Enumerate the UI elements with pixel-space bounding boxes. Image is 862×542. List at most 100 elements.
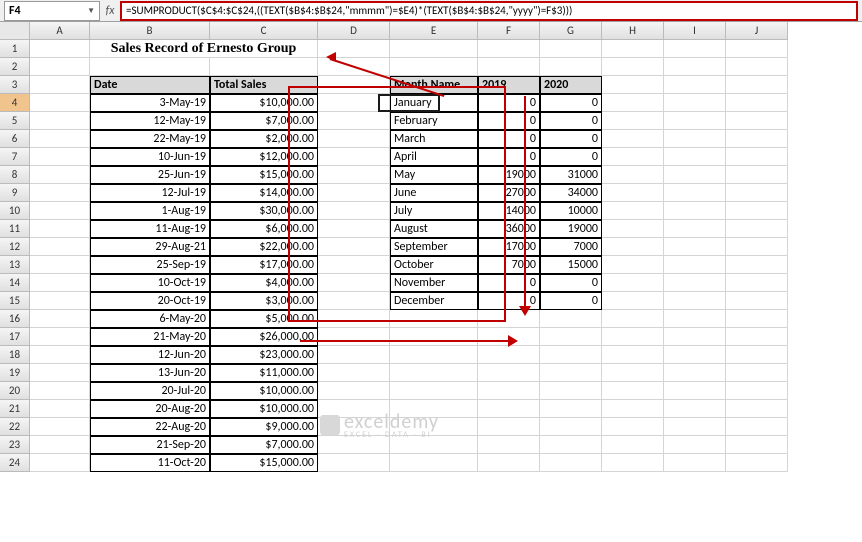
cell-E2[interactable] <box>390 58 478 76</box>
cell-C5[interactable]: $7,000.00 <box>210 112 318 130</box>
cell-J1[interactable] <box>726 40 788 58</box>
cell-B3[interactable]: Date <box>90 76 210 94</box>
select-all-corner[interactable] <box>0 22 30 40</box>
cell-J19[interactable] <box>726 364 788 382</box>
col-header-D[interactable]: D <box>318 22 390 40</box>
cell-B24[interactable]: 11-Oct-20 <box>90 454 210 472</box>
cell-H3[interactable] <box>602 76 664 94</box>
cell-J11[interactable] <box>726 220 788 238</box>
cell-F6[interactable]: 0 <box>478 130 540 148</box>
cell-A4[interactable] <box>30 94 90 112</box>
cell-G16[interactable] <box>540 310 602 328</box>
cell-A18[interactable] <box>30 346 90 364</box>
cell-B7[interactable]: 10-Jun-19 <box>90 148 210 166</box>
cell-B13[interactable]: 25-Sep-19 <box>90 256 210 274</box>
cell-B2[interactable] <box>90 58 210 76</box>
cell-J15[interactable] <box>726 292 788 310</box>
cell-A8[interactable] <box>30 166 90 184</box>
cell-H13[interactable] <box>602 256 664 274</box>
col-header-F[interactable]: F <box>478 22 540 40</box>
cell-D18[interactable] <box>318 346 390 364</box>
cell-C16[interactable]: $5,000.00 <box>210 310 318 328</box>
cell-D21[interactable] <box>318 400 390 418</box>
cell-I15[interactable] <box>664 292 726 310</box>
cell-E9[interactable]: June <box>390 184 478 202</box>
cell-D12[interactable] <box>318 238 390 256</box>
cell-I9[interactable] <box>664 184 726 202</box>
row-header-3[interactable]: 3 <box>0 76 30 94</box>
cell-H20[interactable] <box>602 382 664 400</box>
cell-F14[interactable]: 0 <box>478 274 540 292</box>
cell-H4[interactable] <box>602 94 664 112</box>
cell-I5[interactable] <box>664 112 726 130</box>
cell-F19[interactable] <box>478 364 540 382</box>
cell-G21[interactable] <box>540 400 602 418</box>
row-header-14[interactable]: 14 <box>0 274 30 292</box>
cell-G10[interactable]: 10000 <box>540 202 602 220</box>
cell-A14[interactable] <box>30 274 90 292</box>
cell-H23[interactable] <box>602 436 664 454</box>
cell-H9[interactable] <box>602 184 664 202</box>
cell-E7[interactable]: April <box>390 148 478 166</box>
cell-C12[interactable]: $22,000.00 <box>210 238 318 256</box>
cell-E23[interactable] <box>390 436 478 454</box>
cell-F9[interactable]: 27000 <box>478 184 540 202</box>
cell-C21[interactable]: $10,000.00 <box>210 400 318 418</box>
name-box[interactable]: F4 ▼ <box>4 1 100 21</box>
cell-D9[interactable] <box>318 184 390 202</box>
row-header-24[interactable]: 24 <box>0 454 30 472</box>
cell-I11[interactable] <box>664 220 726 238</box>
cell-H24[interactable] <box>602 454 664 472</box>
cell-C24[interactable]: $15,000.00 <box>210 454 318 472</box>
row-header-10[interactable]: 10 <box>0 202 30 220</box>
cell-G3[interactable]: 2020 <box>540 76 602 94</box>
cell-H2[interactable] <box>602 58 664 76</box>
cell-F12[interactable]: 17000 <box>478 238 540 256</box>
cell-C3[interactable]: Total Sales <box>210 76 318 94</box>
cell-A7[interactable] <box>30 148 90 166</box>
cell-C14[interactable]: $4,000.00 <box>210 274 318 292</box>
cell-J10[interactable] <box>726 202 788 220</box>
cell-E12[interactable]: September <box>390 238 478 256</box>
cell-D11[interactable] <box>318 220 390 238</box>
cell-F1[interactable] <box>478 40 540 58</box>
cell-J3[interactable] <box>726 76 788 94</box>
cell-A2[interactable] <box>30 58 90 76</box>
row-header-9[interactable]: 9 <box>0 184 30 202</box>
cell-D20[interactable] <box>318 382 390 400</box>
cell-B18[interactable]: 12-Jun-20 <box>90 346 210 364</box>
cell-G17[interactable] <box>540 328 602 346</box>
col-header-E[interactable]: E <box>390 22 478 40</box>
cell-G12[interactable]: 7000 <box>540 238 602 256</box>
cell-J8[interactable] <box>726 166 788 184</box>
cell-I17[interactable] <box>664 328 726 346</box>
cell-A9[interactable] <box>30 184 90 202</box>
col-header-G[interactable]: G <box>540 22 602 40</box>
formula-bar[interactable]: =SUMPRODUCT($C$4:$C$24,((TEXT($B$4:$B$24… <box>120 1 858 21</box>
row-header-5[interactable]: 5 <box>0 112 30 130</box>
cell-I4[interactable] <box>664 94 726 112</box>
cell-B23[interactable]: 21-Sep-20 <box>90 436 210 454</box>
cell-C19[interactable]: $11,000.00 <box>210 364 318 382</box>
cell-B12[interactable]: 29-Aug-21 <box>90 238 210 256</box>
cell-C8[interactable]: $15,000.00 <box>210 166 318 184</box>
cell-G20[interactable] <box>540 382 602 400</box>
cell-B6[interactable]: 22-May-19 <box>90 130 210 148</box>
cell-B19[interactable]: 13-Jun-20 <box>90 364 210 382</box>
col-header-B[interactable]: B <box>90 22 210 40</box>
cell-J5[interactable] <box>726 112 788 130</box>
cell-E14[interactable]: November <box>390 274 478 292</box>
cell-I21[interactable] <box>664 400 726 418</box>
cell-C7[interactable]: $12,000.00 <box>210 148 318 166</box>
row-header-18[interactable]: 18 <box>0 346 30 364</box>
cell-E24[interactable] <box>390 454 478 472</box>
cell-I3[interactable] <box>664 76 726 94</box>
row-header-17[interactable]: 17 <box>0 328 30 346</box>
cell-D14[interactable] <box>318 274 390 292</box>
cell-C11[interactable]: $6,000.00 <box>210 220 318 238</box>
cell-E1[interactable] <box>390 40 478 58</box>
cell-I23[interactable] <box>664 436 726 454</box>
cell-D13[interactable] <box>318 256 390 274</box>
cell-B22[interactable]: 22-Aug-20 <box>90 418 210 436</box>
cell-E22[interactable] <box>390 418 478 436</box>
